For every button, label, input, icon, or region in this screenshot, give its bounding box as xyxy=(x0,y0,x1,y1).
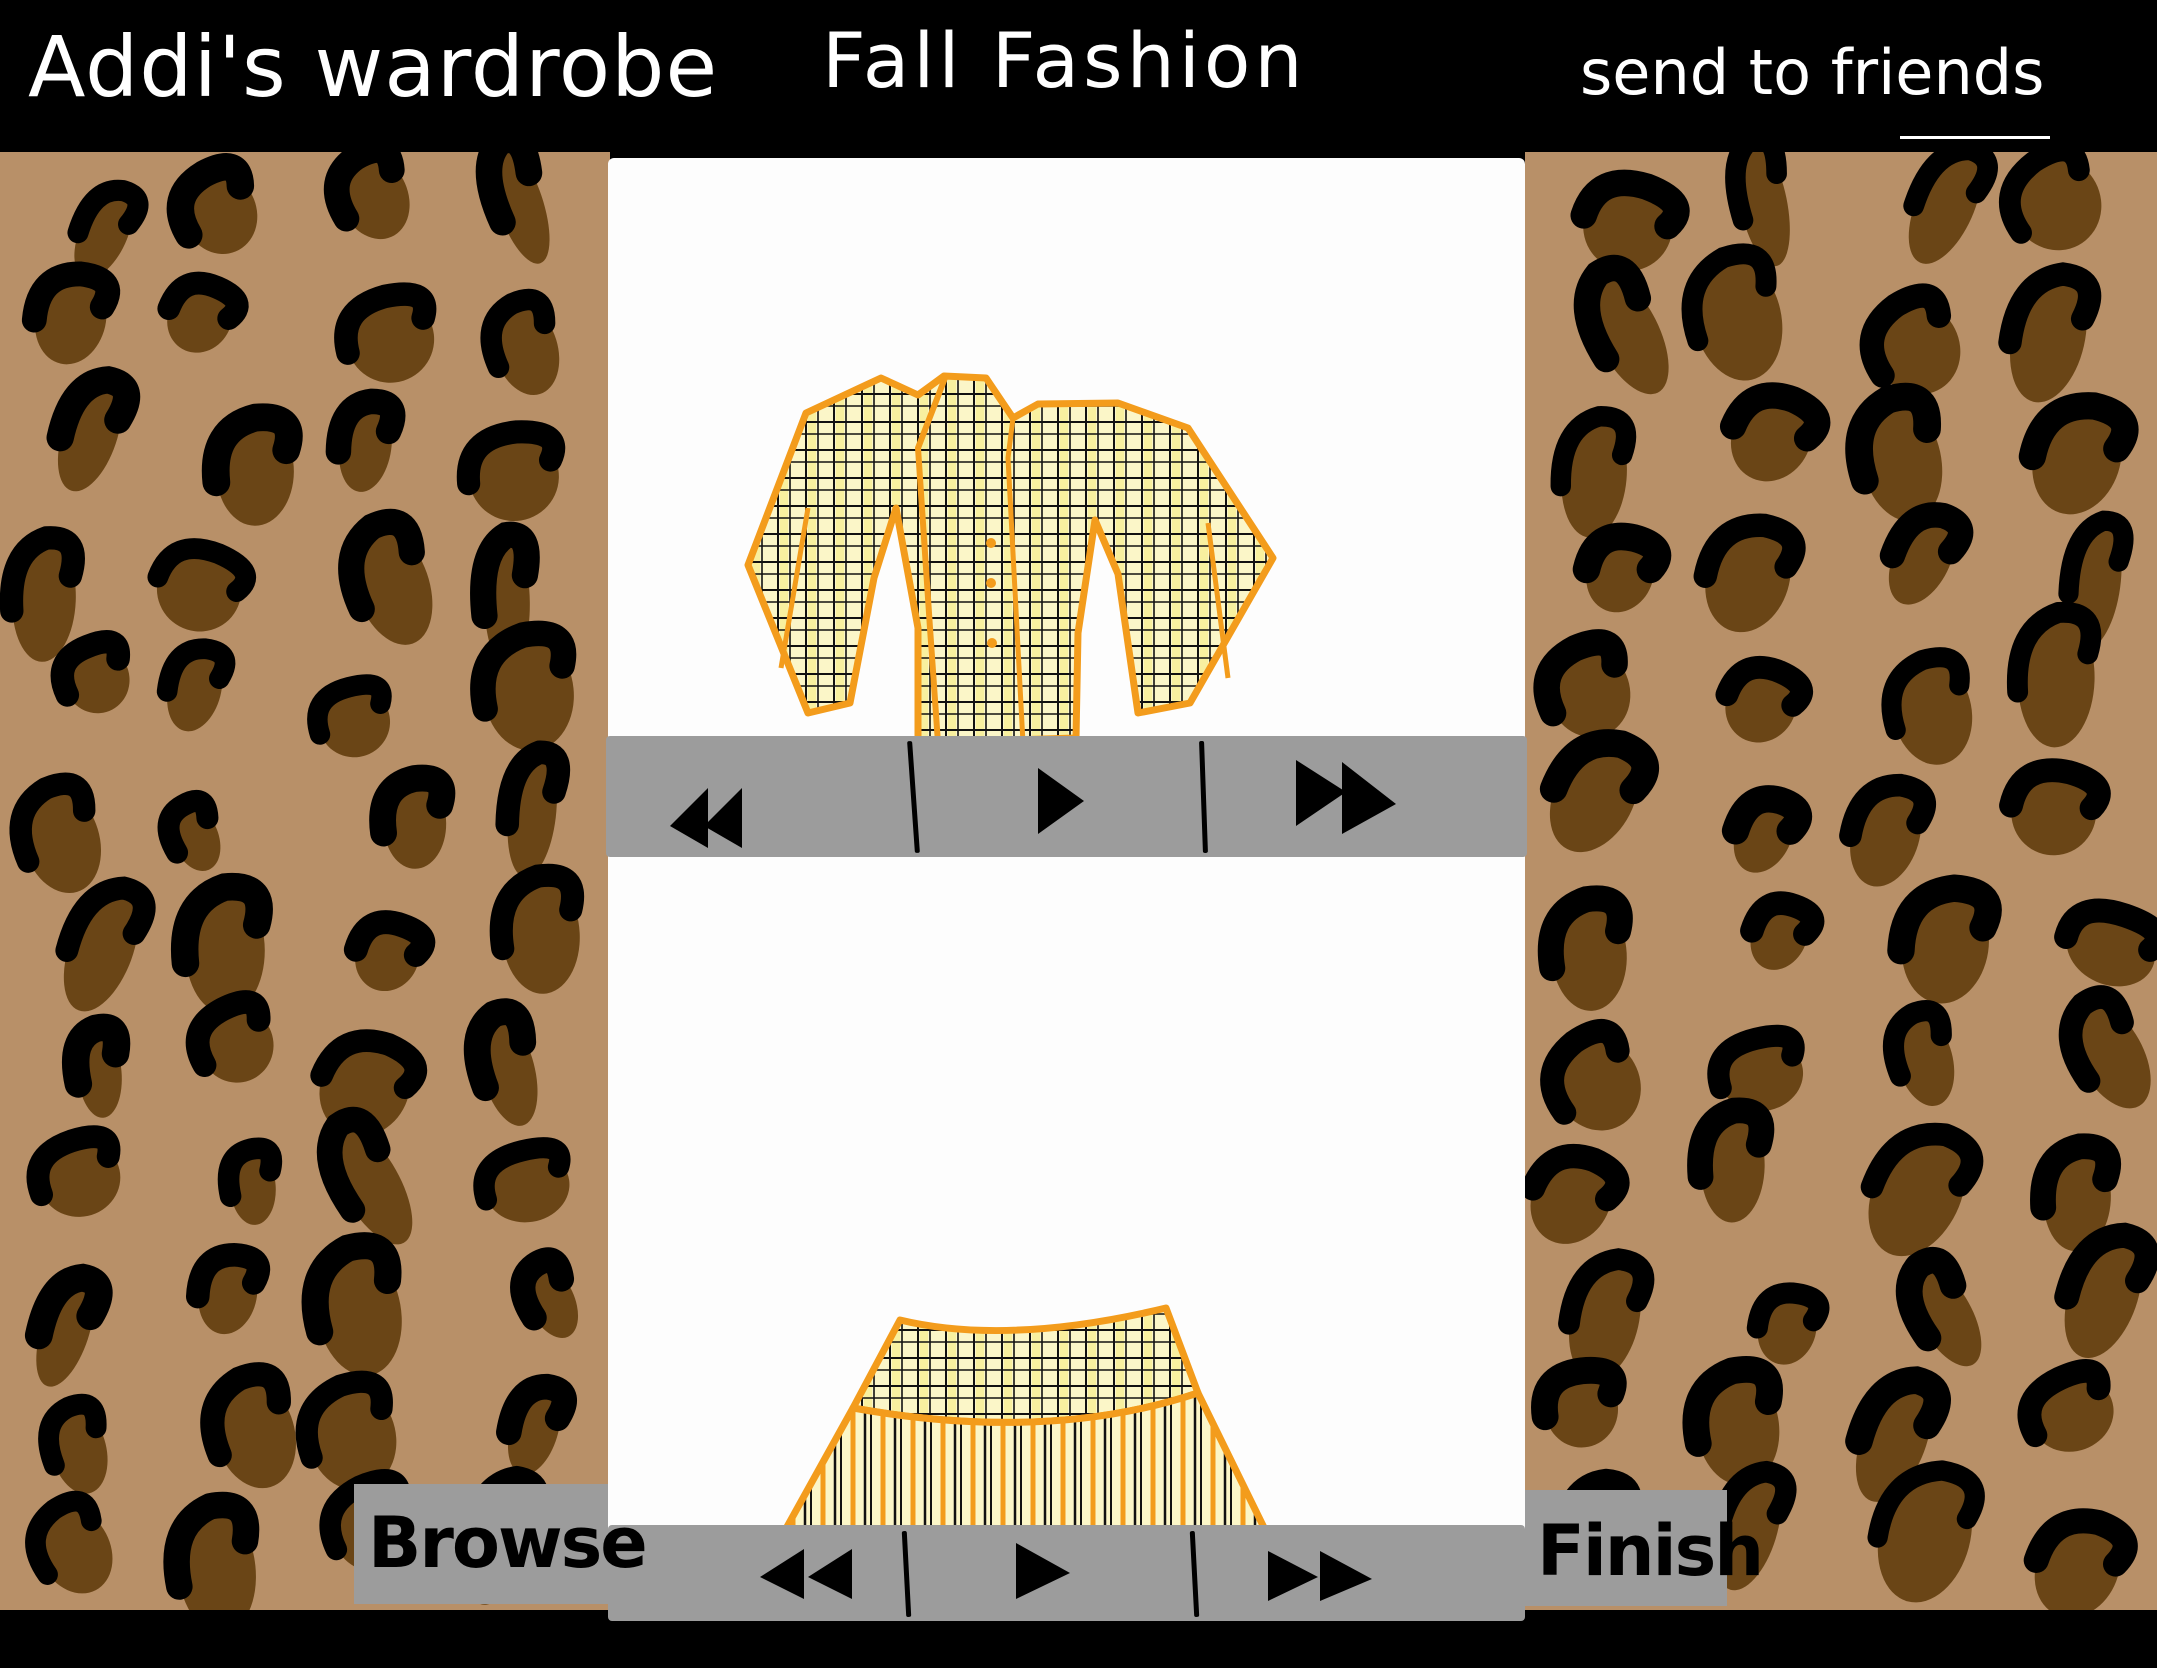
play-icon[interactable] xyxy=(1012,1541,1074,1601)
page-title: Fall Fashion xyxy=(822,16,1307,105)
separator xyxy=(1199,740,1208,854)
separator xyxy=(907,740,920,854)
header-bar: Addi's wardrobe Fall Fashion send to fri… xyxy=(0,0,2157,152)
browse-button[interactable]: Browse xyxy=(354,1484,648,1604)
leopard-spots-left xyxy=(0,152,585,1612)
outfit-panel xyxy=(608,158,1525,1618)
finish-label: Finish xyxy=(1537,1510,1764,1592)
bottom-item-controls xyxy=(608,1525,1525,1621)
send-to-friends-link[interactable]: send to friends xyxy=(1580,36,2044,109)
browse-label: Browse xyxy=(368,1502,648,1584)
leopard-spots-right xyxy=(1525,152,2157,1612)
fast-forward-icon[interactable] xyxy=(1294,756,1400,836)
leopard-pattern-left xyxy=(0,152,610,1612)
finish-button[interactable]: Finish xyxy=(1525,1490,1764,1606)
separator xyxy=(1189,1530,1200,1618)
leopard-pattern-right xyxy=(1525,152,2157,1612)
rewind-icon[interactable] xyxy=(668,786,748,850)
separator xyxy=(901,1530,912,1618)
app-title: Addi's wardrobe xyxy=(28,18,719,116)
play-icon[interactable] xyxy=(1034,766,1090,836)
top-item-controls xyxy=(606,736,1527,857)
rewind-icon[interactable] xyxy=(756,1545,856,1601)
fast-forward-icon[interactable] xyxy=(1264,1547,1376,1603)
divider xyxy=(1900,136,2050,139)
